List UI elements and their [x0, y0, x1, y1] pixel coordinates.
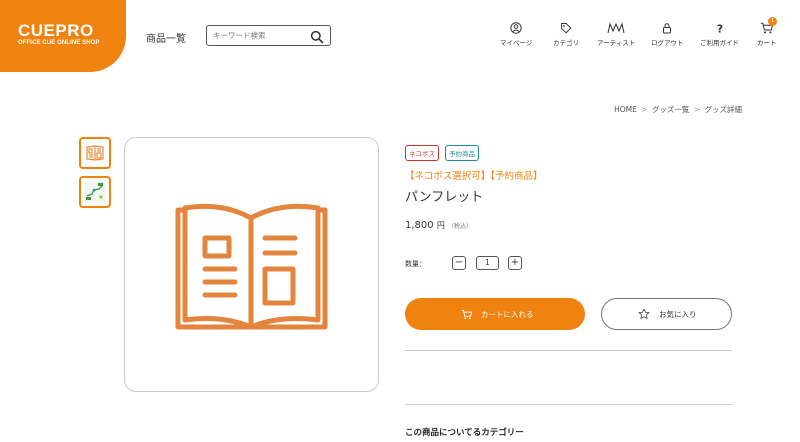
- tag-icon: [553, 22, 579, 34]
- product-price: 1,800 円 （税込）: [405, 220, 472, 231]
- nav-logout-label: ログアウト: [651, 39, 684, 47]
- cart-icon: [461, 309, 473, 320]
- nav-products-link[interactable]: 商品一覧: [146, 30, 186, 45]
- product-main-image: [124, 137, 379, 392]
- question-icon: ?: [700, 22, 739, 35]
- nav-cart[interactable]: 1 カート: [757, 17, 777, 47]
- price-tax-note: （税込）: [448, 223, 473, 230]
- quantity-increase-button[interactable]: +: [508, 256, 522, 270]
- map-thumbnail[interactable]: [79, 176, 111, 208]
- book-thumbnail[interactable]: [79, 137, 111, 169]
- product-badges: ネコポス 予約商品: [405, 141, 480, 161]
- nav-guide[interactable]: ? ご利用ガイド: [700, 22, 739, 48]
- nav-category[interactable]: カテゴリ: [553, 22, 579, 47]
- breadcrumb-separator: >: [641, 105, 648, 114]
- star-icon: [638, 308, 650, 320]
- nekopos-badge: ネコポス: [405, 145, 439, 161]
- preorder-badge: 予約商品: [444, 145, 479, 161]
- quantity-input[interactable]: 1: [476, 256, 499, 270]
- search-icon[interactable]: [310, 29, 324, 44]
- nav-guide-label: ご利用ガイド: [700, 39, 739, 47]
- category-heading: この商品についてるカテゴリー: [405, 428, 524, 438]
- nav-category-label: カテゴリ: [553, 39, 579, 47]
- breadcrumb-separator: >: [693, 105, 701, 114]
- nav-logout[interactable]: ログアウト: [651, 22, 684, 47]
- nav-cart-label: カート: [757, 39, 777, 47]
- divider: [405, 350, 732, 351]
- logo-main-text: CUEPRO: [18, 21, 94, 40]
- product-tagline: 【ネコポス選択可】【予約商品】: [405, 171, 543, 182]
- logo-sub-text: OFFICE CUE ONLINE SHOP: [18, 40, 100, 46]
- nav-artist[interactable]: アーティスト: [597, 22, 635, 47]
- quantity-decrease-button[interactable]: −: [452, 256, 466, 270]
- breadcrumb-home[interactable]: HOME: [614, 105, 637, 114]
- svg-text:?: ?: [716, 23, 722, 35]
- product-title: パンフレット: [405, 190, 484, 205]
- open-book-icon: [175, 203, 328, 330]
- favorite-button[interactable]: お気に入り: [601, 298, 732, 330]
- price-value: 1,800: [405, 220, 434, 231]
- search-box: [206, 25, 331, 46]
- user-icon: [500, 22, 532, 34]
- nav-mypage[interactable]: マイページ: [500, 22, 532, 47]
- lock-icon: [651, 22, 684, 34]
- nav-mypage-label: マイページ: [500, 39, 533, 47]
- price-unit: 円: [436, 221, 445, 230]
- add-to-cart-button[interactable]: カートに入れる: [405, 298, 585, 330]
- cart-count-badge: 1: [768, 17, 777, 26]
- add-to-cart-label: カートに入れる: [481, 309, 534, 319]
- breadcrumb: HOME > グッズ一覧 > グッズ詳細: [614, 104, 742, 115]
- search-input[interactable]: [213, 28, 305, 43]
- breadcrumb-goods-detail: グッズ詳細: [704, 105, 743, 114]
- artist-icon: [597, 22, 635, 34]
- site-logo[interactable]: CUEPRO OFFICE CUE ONLINE SHOP: [0, 0, 126, 72]
- nav-artist-label: アーティスト: [597, 39, 636, 47]
- quantity-label: 数量：: [405, 260, 426, 268]
- favorite-label: お気に入り: [659, 309, 697, 319]
- breadcrumb-goods-list[interactable]: グッズ一覧: [652, 105, 690, 114]
- divider: [405, 404, 732, 405]
